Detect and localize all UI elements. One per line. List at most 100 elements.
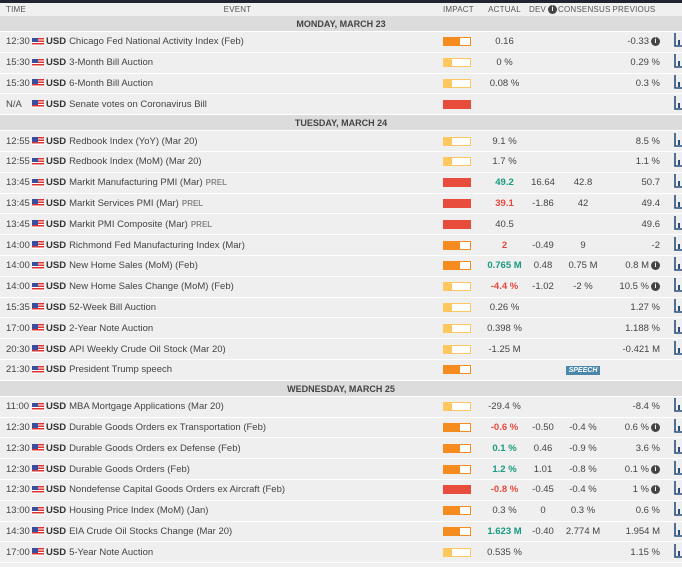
event-name[interactable]: Durable Goods Orders (Feb) xyxy=(69,464,190,475)
chart-icon[interactable] xyxy=(674,460,682,478)
info-icon[interactable]: i xyxy=(651,485,660,495)
chart-icon[interactable] xyxy=(674,278,682,295)
table-row[interactable]: N/A USD Senate votes on Coronavirus Bill xyxy=(0,94,682,116)
table-row[interactable]: 14:00 USD New Home Sales (MoM) (Feb) 0.765 … xyxy=(0,255,682,277)
table-row[interactable]: 12:30 USD Nondefense Capital Goods Orders … xyxy=(0,479,682,501)
event-name[interactable]: Markit Services PMI (Mar) xyxy=(69,198,179,209)
event-name[interactable]: 3-Month Bill Auction xyxy=(69,57,153,68)
event-cell[interactable]: USD Redbook Index (MoM) (Mar 20) xyxy=(46,156,443,167)
chart-icon[interactable] xyxy=(674,153,682,170)
event-name[interactable]: Durable Goods Orders ex Defense (Feb) xyxy=(69,443,241,454)
table-row[interactable]: 13:45 USD Markit Manufacturing PMI (Mar) PR… xyxy=(0,172,682,194)
event-cell[interactable]: USD MBA Mortgage Applications (Mar 20) xyxy=(46,401,443,412)
event-cell[interactable]: USD Housing Price Index (MoM) (Jan) xyxy=(46,505,443,516)
chart-icon[interactable] xyxy=(674,340,682,358)
event-name[interactable]: Markit Manufacturing PMI (Mar) xyxy=(69,177,203,188)
event-cell[interactable]: USD 3-Month Bill Auction xyxy=(46,57,443,68)
table-row[interactable]: 15:30 USD 3-Month Bill Auction 0 % 0.29 % xyxy=(0,52,682,74)
info-icon[interactable]: i xyxy=(548,5,558,15)
table-row[interactable]: 12:30 USD Chicago Fed National Activity In… xyxy=(0,32,682,53)
table-row[interactable]: 20:30 USD API Weekly Crude Oil Stock (Mar … xyxy=(0,339,682,360)
info-icon[interactable]: i xyxy=(651,261,660,271)
table-row[interactable]: 15:35 USD 52-Week Bill Auction 0.26 % 1.27 % xyxy=(0,297,682,319)
event-cell[interactable]: USD New Home Sales Change (MoM) (Feb) xyxy=(46,281,443,292)
event-name[interactable]: Redbook Index (MoM) (Mar 20) xyxy=(69,156,202,167)
info-icon[interactable]: i xyxy=(651,37,660,47)
event-name[interactable]: Durable Goods Orders ex Transportation (… xyxy=(69,422,266,433)
table-row[interactable]: 14:00 USD New Home Sales Change (MoM) (Feb… xyxy=(0,276,682,298)
chart-icon[interactable] xyxy=(674,543,682,561)
chart-icon[interactable] xyxy=(674,398,682,415)
event-cell[interactable]: USD New Home Sales (MoM) (Feb) xyxy=(46,260,443,271)
table-row[interactable]: 14:00 USD Richmond Fed Manufacturing Index… xyxy=(0,235,682,256)
chart-icon[interactable] xyxy=(674,257,682,274)
table-row[interactable]: 12:30 USD Durable Goods Orders ex Transpor… xyxy=(0,417,682,439)
event-name[interactable]: Housing Price Index (MoM) (Jan) xyxy=(69,505,208,516)
info-icon[interactable]: i xyxy=(651,422,660,432)
info-icon[interactable]: i xyxy=(651,464,660,474)
chart-icon[interactable] xyxy=(674,418,682,436)
event-cell[interactable]: USD Senate votes on Coronavirus Bill xyxy=(46,99,443,110)
event-cell[interactable]: USD Durable Goods Orders (Feb) xyxy=(46,464,443,475)
chart-icon[interactable] xyxy=(674,298,682,316)
chart-icon[interactable] xyxy=(674,319,682,337)
chart-icon[interactable] xyxy=(674,236,682,254)
table-row[interactable]: 12:30 USD Durable Goods Orders ex Defense … xyxy=(0,438,682,460)
table-row[interactable]: 12:55 USD Redbook Index (YoY) (Mar 20) 9.1 … xyxy=(0,131,682,152)
event-cell[interactable]: USD API Weekly Crude Oil Stock (Mar 20) xyxy=(46,344,443,355)
table-row[interactable]: 15:30 USD 6-Month Bill Auction 0.08 % 0.3 % xyxy=(0,73,682,95)
table-row[interactable]: 13:45 USD Markit PMI Composite (Mar) PREL 40… xyxy=(0,214,682,236)
event-cell[interactable]: USD Markit PMI Composite (Mar) PREL xyxy=(46,219,443,230)
event-name[interactable]: Markit PMI Composite (Mar) xyxy=(69,219,188,230)
chart-icon[interactable] xyxy=(674,502,682,519)
table-row[interactable]: 11:00 USD MBA Mortgage Applications (Mar 2… xyxy=(0,396,682,418)
event-name[interactable]: 2-Year Note Auction xyxy=(69,323,153,334)
chart-icon[interactable] xyxy=(674,481,682,498)
table-row[interactable]: 13:45 USD Markit Services PMI (Mar) PREL 39.… xyxy=(0,193,682,215)
event-name[interactable]: Redbook Index (YoY) (Mar 20) xyxy=(69,136,198,147)
event-name[interactable]: Nondefense Capital Goods Orders ex Aircr… xyxy=(69,484,285,495)
table-row[interactable]: 13:00 USD Housing Price Index (MoM) (Jan) 0… xyxy=(0,500,682,522)
event-name[interactable]: Chicago Fed National Activity Index (Feb… xyxy=(69,36,244,47)
event-cell[interactable]: USD Durable Goods Orders ex Transportatio… xyxy=(46,422,443,433)
event-name[interactable]: 5-Year Note Auction xyxy=(69,547,153,558)
chart-icon[interactable] xyxy=(674,215,682,233)
chart-icon[interactable] xyxy=(674,174,682,191)
event-cell[interactable]: USD President Trump speech xyxy=(46,364,443,375)
info-icon[interactable]: i xyxy=(651,282,660,292)
chart-icon[interactable] xyxy=(674,95,682,113)
table-row[interactable]: 12:30 USD Durable Goods Orders (Feb) 1.2 % 1… xyxy=(0,459,682,480)
chart-icon[interactable] xyxy=(674,522,682,540)
table-row[interactable]: 12:55 USD Redbook Index (MoM) (Mar 20) 1.7 … xyxy=(0,151,682,173)
chart-icon[interactable] xyxy=(674,54,682,71)
table-row[interactable]: 14:30 USD EIA Crude Oil Stocks Change (Mar… xyxy=(0,521,682,543)
event-name[interactable]: MBA Mortgage Applications (Mar 20) xyxy=(69,401,224,412)
event-cell[interactable]: USD Durable Goods Orders ex Defense (Feb) xyxy=(46,443,443,454)
event-cell[interactable]: USD Redbook Index (YoY) (Mar 20) xyxy=(46,136,443,147)
event-name[interactable]: EIA Crude Oil Stocks Change (Mar 20) xyxy=(69,526,232,537)
table-row[interactable]: 21:30 USD President Trump speech SPEECH xyxy=(0,359,682,381)
chart-icon[interactable] xyxy=(674,74,682,92)
event-cell[interactable]: USD EIA Crude Oil Stocks Change (Mar 20) xyxy=(46,526,443,537)
event-name[interactable]: Richmond Fed Manufacturing Index (Mar) xyxy=(69,240,245,251)
chart-icon[interactable] xyxy=(674,439,682,457)
event-cell[interactable]: USD Chicago Fed National Activity Index (… xyxy=(46,36,443,47)
event-name[interactable]: API Weekly Crude Oil Stock (Mar 20) xyxy=(69,344,226,355)
chart-icon[interactable] xyxy=(674,33,682,50)
event-name[interactable]: 6-Month Bill Auction xyxy=(69,78,153,89)
event-cell[interactable]: USD 5-Year Note Auction xyxy=(46,547,443,558)
event-cell[interactable]: USD 52-Week Bill Auction xyxy=(46,302,443,313)
event-name[interactable]: President Trump speech xyxy=(69,364,172,375)
event-cell[interactable]: USD Richmond Fed Manufacturing Index (Mar… xyxy=(46,240,443,251)
table-row[interactable]: 17:00 USD 2-Year Note Auction 0.398 % 1.188 … xyxy=(0,318,682,340)
event-name[interactable]: Senate votes on Coronavirus Bill xyxy=(69,99,207,110)
chart-icon[interactable] xyxy=(674,194,682,212)
table-row[interactable]: 17:00 USD 5-Year Note Auction 0.535 % 1.15 % xyxy=(0,542,682,564)
event-cell[interactable]: USD Nondefense Capital Goods Orders ex Ai… xyxy=(46,484,443,495)
event-name[interactable]: New Home Sales Change (MoM) (Feb) xyxy=(69,281,234,292)
event-cell[interactable]: USD 6-Month Bill Auction xyxy=(46,78,443,89)
event-name[interactable]: New Home Sales (MoM) (Feb) xyxy=(69,260,198,271)
event-cell[interactable]: USD 2-Year Note Auction xyxy=(46,323,443,334)
chart-icon[interactable] xyxy=(674,132,682,150)
event-name[interactable]: 52-Week Bill Auction xyxy=(69,302,156,313)
